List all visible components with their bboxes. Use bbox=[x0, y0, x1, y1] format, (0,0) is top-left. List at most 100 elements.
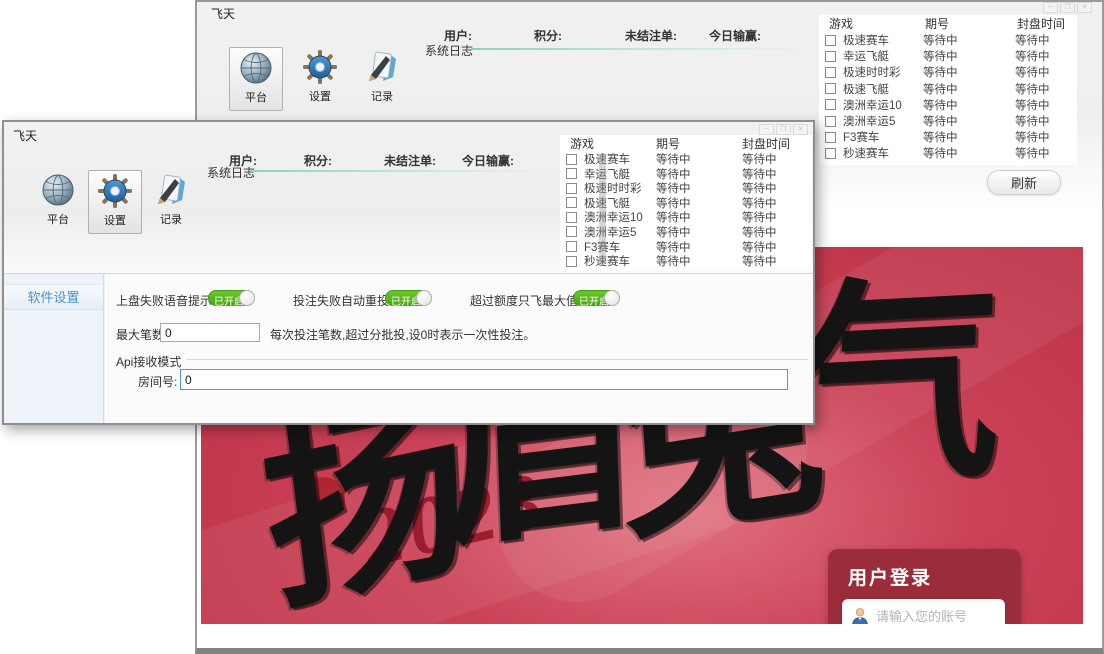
close-time-status: 等待中 bbox=[742, 180, 812, 196]
gear-icon bbox=[97, 173, 133, 209]
system-log-label: 系统日志 bbox=[425, 42, 473, 59]
game-name: 幸运飞艇 bbox=[584, 166, 656, 182]
close-time-status: 等待中 bbox=[742, 224, 812, 240]
window-controls: ─ ❐ ✕ bbox=[759, 124, 808, 135]
desktop: 飞天 ─ ❐ ✕ 平台 设置 记录 用户: 积分: 未结注单: bbox=[0, 0, 1104, 654]
game-table-header: 游戏 期号 封盘时间 bbox=[560, 135, 812, 150]
today-winloss-label: 今日输赢: bbox=[709, 27, 761, 44]
game-name: 极速时时彩 bbox=[584, 180, 656, 196]
period-status: 等待中 bbox=[656, 180, 742, 196]
login-title: 用户登录 bbox=[848, 563, 932, 590]
game-checkbox[interactable] bbox=[825, 148, 836, 159]
game-name: F3赛车 bbox=[584, 239, 656, 255]
game-checkbox[interactable] bbox=[566, 183, 577, 194]
game-checkbox[interactable] bbox=[566, 168, 577, 179]
period-status: 等待中 bbox=[923, 32, 1015, 48]
maximize-button[interactable]: ❐ bbox=[776, 124, 791, 135]
game-checkbox[interactable] bbox=[566, 256, 577, 267]
close-time-status: 等待中 bbox=[742, 209, 812, 225]
period-status: 等待中 bbox=[923, 145, 1015, 161]
room-number-label: 房间号: bbox=[138, 373, 177, 390]
game-checkbox[interactable] bbox=[825, 67, 836, 78]
period-status: 等待中 bbox=[923, 48, 1015, 64]
record-icon bbox=[364, 49, 400, 85]
refresh-button[interactable]: 刷新 bbox=[987, 170, 1061, 195]
over-limit-label: 超过额度只飞最大值: bbox=[470, 292, 581, 309]
game-checkbox[interactable] bbox=[566, 226, 577, 237]
points-label: 积分: bbox=[534, 27, 562, 44]
toolbar-records[interactable]: 记录 bbox=[355, 47, 409, 111]
sidebar-item-software-settings[interactable]: 软件设置 bbox=[4, 284, 103, 310]
account-input[interactable] bbox=[876, 609, 994, 624]
game-checkbox[interactable] bbox=[825, 99, 836, 110]
open-bets-label: 未结注单: bbox=[384, 152, 436, 169]
close-time-status: 等待中 bbox=[742, 151, 812, 167]
user-icon bbox=[850, 606, 870, 624]
toolbar-platform[interactable]: 平台 bbox=[31, 170, 85, 234]
table-row: 极速赛车等待中等待中 bbox=[560, 151, 812, 166]
voice-alert-toggle[interactable]: 已开启 bbox=[208, 290, 255, 306]
record-icon bbox=[153, 172, 189, 208]
toolbar-platform[interactable]: 平台 bbox=[229, 47, 283, 111]
table-row: 极速飞艇等待中等待中 bbox=[560, 195, 812, 210]
game-checkbox[interactable] bbox=[825, 35, 836, 46]
close-time-status: 等待中 bbox=[742, 166, 812, 182]
game-checkbox[interactable] bbox=[566, 212, 577, 223]
gear-icon bbox=[302, 49, 338, 85]
table-row: F3赛车等待中等待中 bbox=[819, 129, 1077, 145]
maximize-button[interactable]: ❐ bbox=[1060, 2, 1075, 13]
period-status: 等待中 bbox=[656, 166, 742, 182]
toolbar-settings[interactable]: 设置 bbox=[293, 47, 347, 111]
system-log-label: 系统日志 bbox=[207, 164, 255, 181]
table-row: F3赛车等待中等待中 bbox=[560, 239, 812, 254]
game-checkbox[interactable] bbox=[825, 51, 836, 62]
game-name: F3赛车 bbox=[843, 129, 923, 145]
toolbar-settings[interactable]: 设置 bbox=[88, 170, 142, 234]
game-name: 澳洲幸运5 bbox=[584, 224, 656, 240]
max-bets-input[interactable] bbox=[160, 323, 260, 342]
auto-rebet-toggle[interactable]: 已开启 bbox=[385, 290, 432, 306]
game-table-header: 游戏 期号 封盘时间 bbox=[819, 15, 1077, 30]
voice-alert-label: 上盘失败语音提示: bbox=[116, 292, 215, 309]
game-name: 极速飞艇 bbox=[843, 81, 923, 97]
close-time-status: 等待中 bbox=[1015, 145, 1077, 161]
toggle-knob bbox=[604, 290, 620, 306]
over-limit-toggle[interactable]: 已开启 bbox=[573, 290, 620, 306]
api-mode-group: Api接收模式 bbox=[116, 359, 808, 360]
period-status: 等待中 bbox=[656, 239, 742, 255]
period-status: 等待中 bbox=[923, 81, 1015, 97]
close-button[interactable]: ✕ bbox=[793, 124, 808, 135]
game-checkbox[interactable] bbox=[566, 154, 577, 165]
room-number-input[interactable] bbox=[180, 369, 788, 390]
period-status: 等待中 bbox=[923, 113, 1015, 129]
points-label: 积分: bbox=[304, 152, 332, 169]
globe-icon bbox=[40, 172, 76, 208]
table-scrollbar[interactable] bbox=[599, 153, 606, 265]
table-row: 澳洲幸运5等待中等待中 bbox=[560, 224, 812, 239]
period-status: 等待中 bbox=[656, 151, 742, 167]
globe-icon bbox=[238, 50, 274, 86]
game-checkbox[interactable] bbox=[825, 83, 836, 94]
close-time-status: 等待中 bbox=[1015, 129, 1077, 145]
table-row: 澳洲幸运10等待中等待中 bbox=[819, 97, 1077, 113]
game-table: 游戏 期号 封盘时间 极速赛车等待中等待中幸运飞艇等待中等待中极速时时彩等待中等… bbox=[819, 15, 1077, 165]
period-status: 等待中 bbox=[656, 224, 742, 240]
minimize-button[interactable]: ─ bbox=[759, 124, 774, 135]
game-checkbox[interactable] bbox=[566, 241, 577, 252]
minimize-button[interactable]: ─ bbox=[1043, 2, 1058, 13]
game-name: 澳洲幸运10 bbox=[584, 209, 656, 225]
period-status: 等待中 bbox=[923, 97, 1015, 113]
game-table: 游戏 期号 封盘时间 极速赛车等待中等待中幸运飞艇等待中等待中极速时时彩等待中等… bbox=[560, 135, 812, 271]
toolbar-records[interactable]: 记录 bbox=[144, 170, 198, 234]
game-checkbox[interactable] bbox=[566, 197, 577, 208]
game-checkbox[interactable] bbox=[825, 132, 836, 143]
close-time-status: 等待中 bbox=[1015, 97, 1077, 113]
period-status: 等待中 bbox=[923, 129, 1015, 145]
period-status: 等待中 bbox=[656, 253, 742, 269]
close-button[interactable]: ✕ bbox=[1077, 2, 1092, 13]
game-name: 秒速赛车 bbox=[843, 145, 923, 161]
table-row: 秒速赛车等待中等待中 bbox=[560, 253, 812, 268]
window-title: 飞天 bbox=[13, 127, 37, 144]
game-checkbox[interactable] bbox=[825, 116, 836, 127]
table-row: 幸运飞艇等待中等待中 bbox=[819, 48, 1077, 64]
